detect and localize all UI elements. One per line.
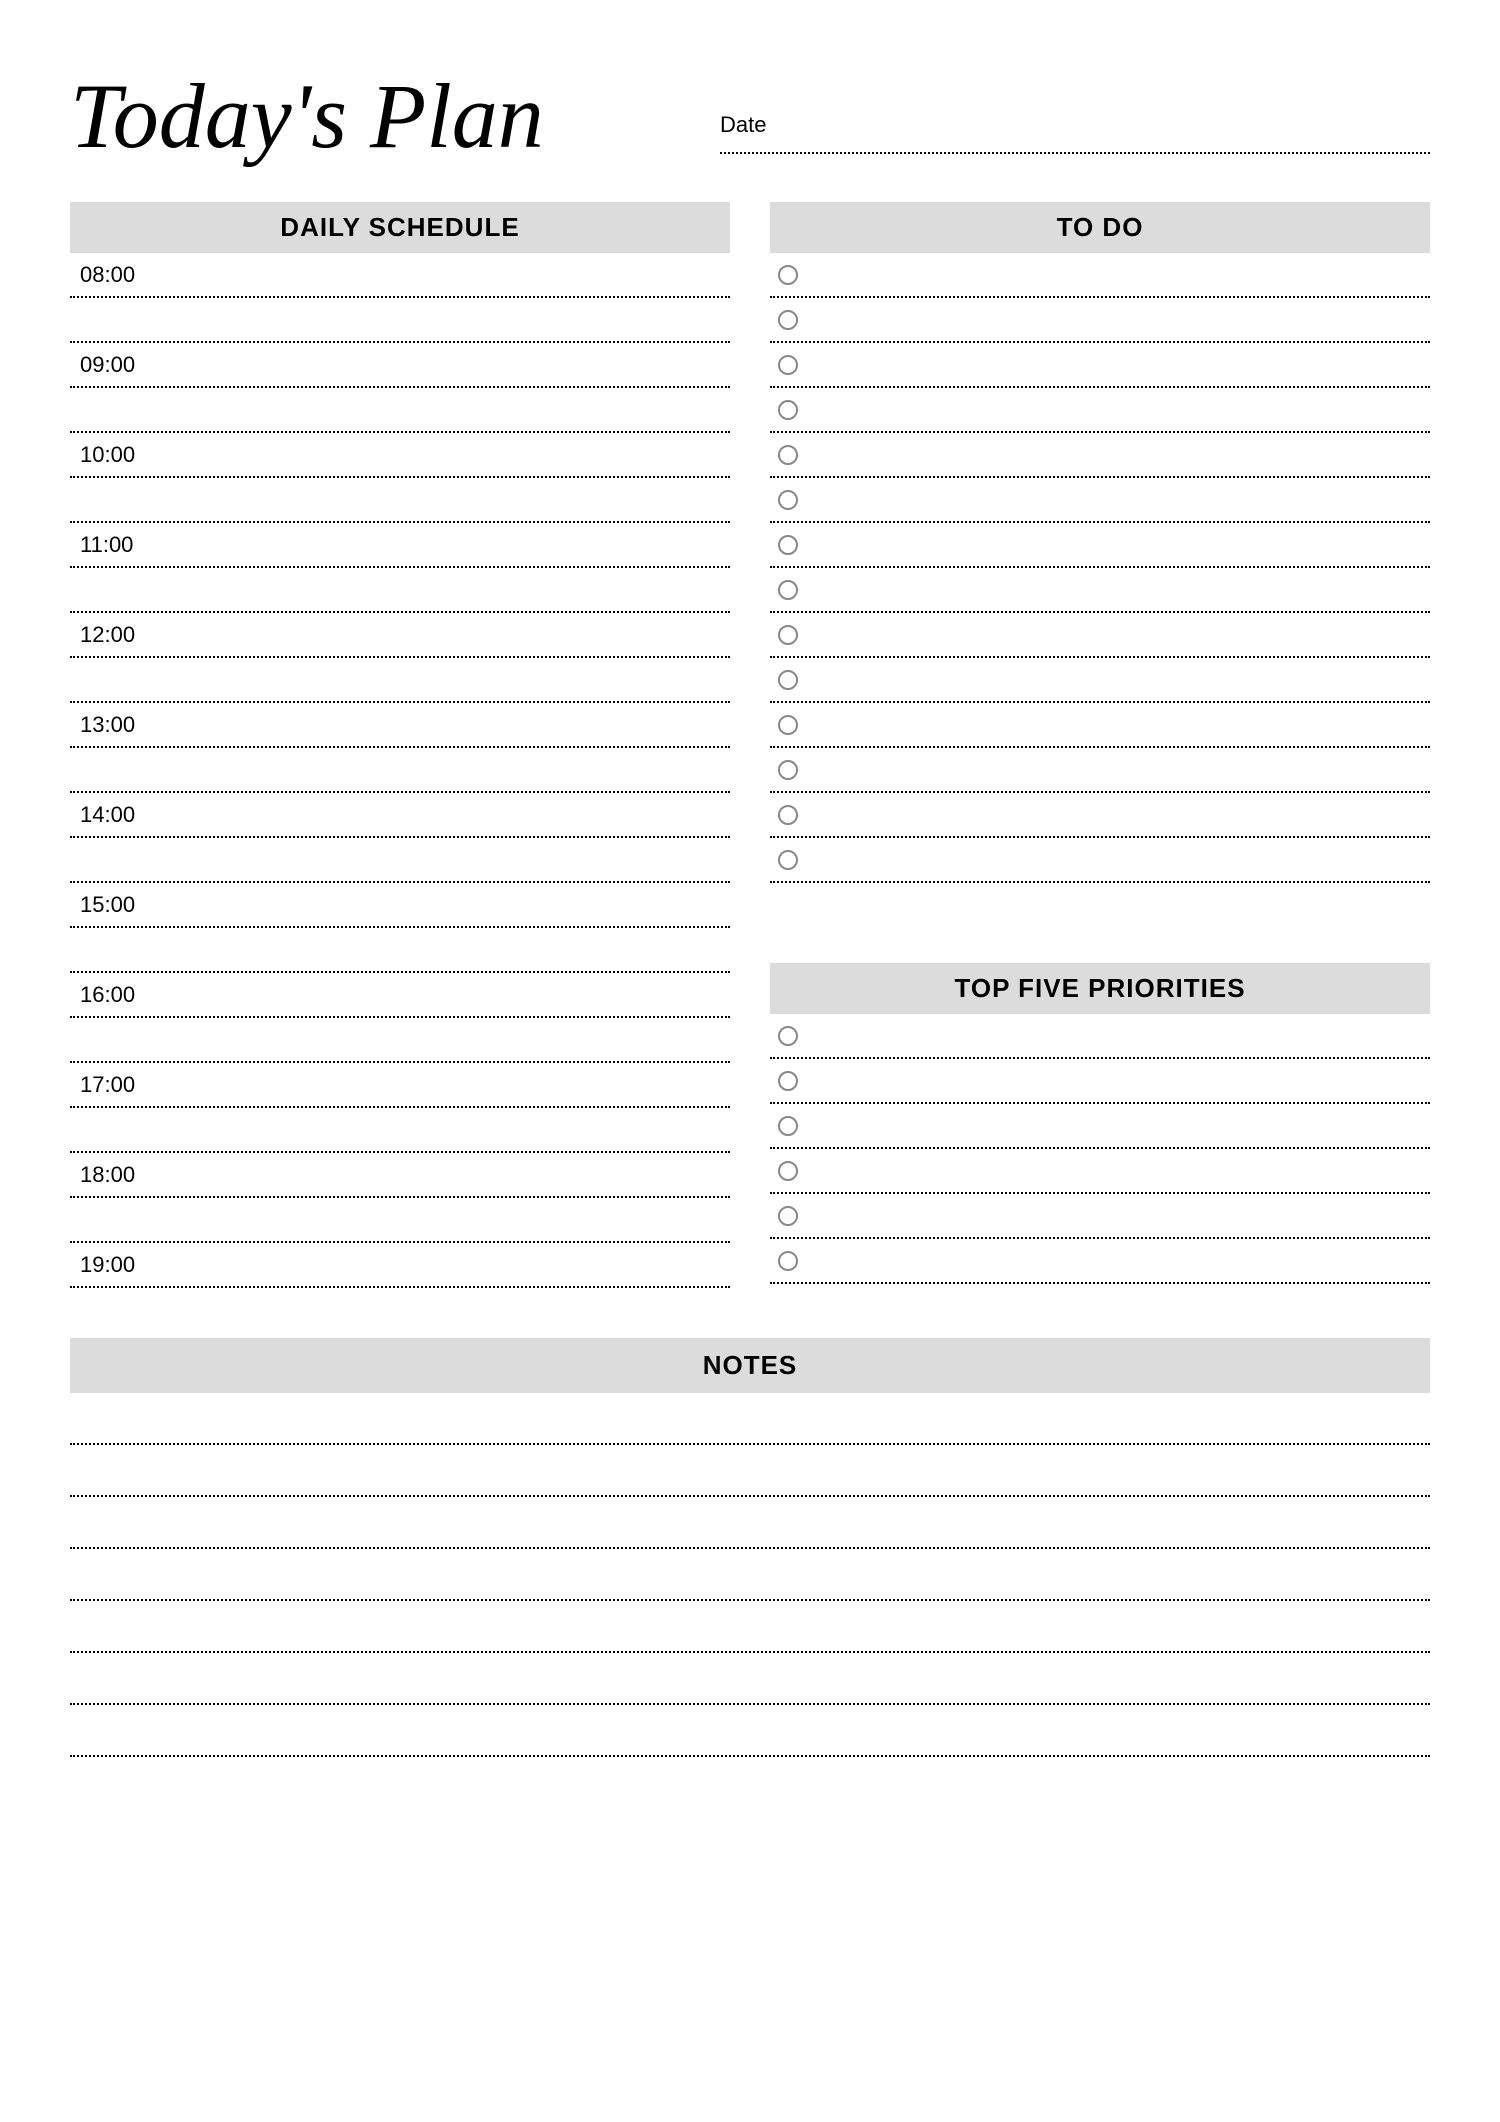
todo-item[interactable] xyxy=(770,658,1430,703)
date-underline xyxy=(720,152,1430,154)
note-line[interactable] xyxy=(70,1549,1430,1601)
checkbox-circle-icon[interactable] xyxy=(778,670,798,690)
schedule-row[interactable]: 16:00 xyxy=(70,973,730,1018)
checkbox-circle-icon[interactable] xyxy=(778,805,798,825)
schedule-row[interactable] xyxy=(70,388,730,433)
notes-body xyxy=(70,1393,1430,1757)
todo-item[interactable] xyxy=(770,838,1430,883)
priority-item[interactable] xyxy=(770,1014,1430,1059)
checkbox-circle-icon[interactable] xyxy=(778,580,798,600)
note-line[interactable] xyxy=(70,1497,1430,1549)
schedule-row[interactable] xyxy=(70,658,730,703)
priority-item[interactable] xyxy=(770,1059,1430,1104)
checkbox-circle-icon[interactable] xyxy=(778,1161,798,1181)
schedule-row[interactable]: 09:00 xyxy=(70,343,730,388)
checkbox-circle-icon[interactable] xyxy=(778,1071,798,1091)
todo-heading: TO DO xyxy=(770,202,1430,253)
priorities-heading: TOP FIVE PRIORITIES xyxy=(770,963,1430,1014)
todo-body xyxy=(770,253,1430,883)
right-column: TO DO TOP FIVE PRIORITIES xyxy=(770,202,1430,1288)
schedule-row[interactable]: 11:00 xyxy=(70,523,730,568)
priority-item[interactable] xyxy=(770,1194,1430,1239)
checkbox-circle-icon[interactable] xyxy=(778,265,798,285)
note-line[interactable] xyxy=(70,1445,1430,1497)
todo-item[interactable] xyxy=(770,748,1430,793)
schedule-row[interactable] xyxy=(70,298,730,343)
schedule-row[interactable]: 10:00 xyxy=(70,433,730,478)
checkbox-circle-icon[interactable] xyxy=(778,1026,798,1046)
notes-heading: NOTES xyxy=(70,1338,1430,1393)
note-line[interactable] xyxy=(70,1601,1430,1653)
todo-item[interactable] xyxy=(770,343,1430,388)
schedule-row[interactable] xyxy=(70,568,730,613)
priority-item[interactable] xyxy=(770,1149,1430,1194)
schedule-row[interactable]: 18:00 xyxy=(70,1153,730,1198)
schedule-row[interactable]: 08:00 xyxy=(70,253,730,298)
left-column: DAILY SCHEDULE 08:00 09:00 10:00 11:00 12:00… xyxy=(70,202,730,1288)
note-line[interactable] xyxy=(70,1393,1430,1445)
schedule-row[interactable]: 15:00 xyxy=(70,883,730,928)
schedule-body: 08:00 09:00 10:00 11:00 12:00 13:00 14:00 15:00… xyxy=(70,253,730,1288)
checkbox-circle-icon[interactable] xyxy=(778,850,798,870)
schedule-row[interactable]: 12:00 xyxy=(70,613,730,658)
checkbox-circle-icon[interactable] xyxy=(778,1251,798,1271)
todo-item[interactable] xyxy=(770,613,1430,658)
schedule-row[interactable]: 19:00 xyxy=(70,1243,730,1288)
checkbox-circle-icon[interactable] xyxy=(778,760,798,780)
schedule-row[interactable] xyxy=(70,1018,730,1063)
schedule-row[interactable] xyxy=(70,748,730,793)
checkbox-circle-icon[interactable] xyxy=(778,490,798,510)
spacer xyxy=(770,883,1430,963)
checkbox-circle-icon[interactable] xyxy=(778,1116,798,1136)
checkbox-circle-icon[interactable] xyxy=(778,355,798,375)
schedule-heading: DAILY SCHEDULE xyxy=(70,202,730,253)
schedule-row[interactable] xyxy=(70,928,730,973)
schedule-row[interactable]: 13:00 xyxy=(70,703,730,748)
todo-item[interactable] xyxy=(770,388,1430,433)
notes-section: NOTES xyxy=(70,1338,1430,1757)
todo-item[interactable] xyxy=(770,523,1430,568)
priorities-body xyxy=(770,1014,1430,1284)
checkbox-circle-icon[interactable] xyxy=(778,1206,798,1226)
checkbox-circle-icon[interactable] xyxy=(778,445,798,465)
schedule-row[interactable] xyxy=(70,1198,730,1243)
schedule-row[interactable]: 17:00 xyxy=(70,1063,730,1108)
todo-item[interactable] xyxy=(770,703,1430,748)
todo-item[interactable] xyxy=(770,568,1430,613)
checkbox-circle-icon[interactable] xyxy=(778,535,798,555)
checkbox-circle-icon[interactable] xyxy=(778,715,798,735)
note-line[interactable] xyxy=(70,1653,1430,1705)
todo-item[interactable] xyxy=(770,433,1430,478)
priority-item[interactable] xyxy=(770,1239,1430,1284)
todo-item[interactable] xyxy=(770,298,1430,343)
todo-item[interactable] xyxy=(770,793,1430,838)
todo-item[interactable] xyxy=(770,478,1430,523)
date-label: Date xyxy=(720,112,1430,138)
schedule-row[interactable] xyxy=(70,1108,730,1153)
schedule-row[interactable]: 14:00 xyxy=(70,793,730,838)
priority-item[interactable] xyxy=(770,1104,1430,1149)
todo-item[interactable] xyxy=(770,253,1430,298)
schedule-row[interactable] xyxy=(70,838,730,883)
checkbox-circle-icon[interactable] xyxy=(778,310,798,330)
schedule-row[interactable] xyxy=(70,478,730,523)
date-field[interactable]: Date xyxy=(720,112,1430,162)
columns: DAILY SCHEDULE 08:00 09:00 10:00 11:00 12:00… xyxy=(70,202,1430,1288)
page-title: Today's Plan xyxy=(70,70,690,162)
header: Today's Plan Date xyxy=(70,70,1430,162)
checkbox-circle-icon[interactable] xyxy=(778,400,798,420)
note-line[interactable] xyxy=(70,1705,1430,1757)
checkbox-circle-icon[interactable] xyxy=(778,625,798,645)
